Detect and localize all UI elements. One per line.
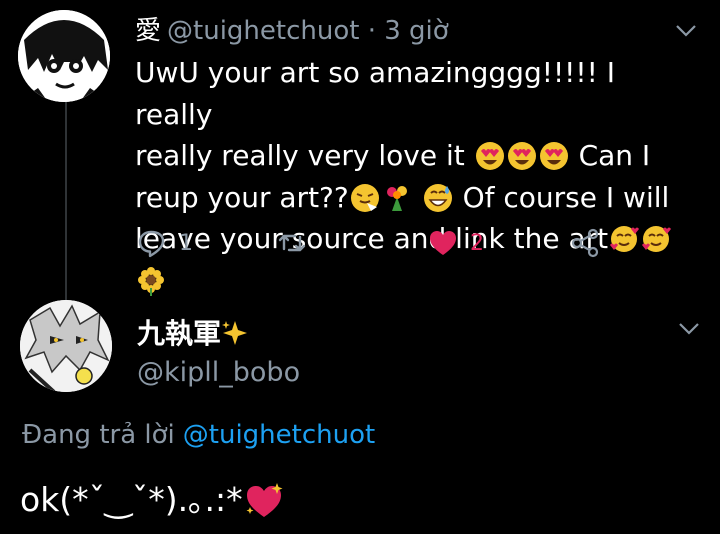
reply-button[interactable]: 1 xyxy=(137,228,193,258)
avatar-image xyxy=(18,10,110,102)
tweet-actions: 1 2 xyxy=(0,228,720,264)
reply-author-handle[interactable]: @kipll_bobo xyxy=(137,357,300,388)
chevron-down-icon[interactable] xyxy=(678,322,700,336)
replying-to: Đang trả lời @tuighetchuot xyxy=(22,420,375,450)
thread-connector xyxy=(65,96,67,306)
replying-to-mention[interactable]: @tuighetchuot xyxy=(183,420,375,450)
tweet-line: reup your art?? xyxy=(135,180,349,214)
reply-text-content: ok(*ˇ‿ˇ*).｡.:* xyxy=(20,480,243,519)
chevron-down-icon[interactable] xyxy=(675,24,697,38)
like-button[interactable]: 2 xyxy=(428,228,484,258)
avatar-image xyxy=(20,300,112,392)
reply-icon xyxy=(138,230,165,258)
grinning-sweat-emoji-icon xyxy=(423,183,452,212)
author-name[interactable]: 愛 xyxy=(135,16,161,46)
tweet-line: Of course I will xyxy=(462,180,670,214)
tweet-line: Can I xyxy=(578,139,651,172)
share-icon xyxy=(571,228,599,258)
heart-eyes-emoji-icon xyxy=(475,142,504,170)
tweet-line: UwU your art so amazingggg!!!!! I really xyxy=(135,56,616,131)
sparkles-emoji-icon xyxy=(222,321,248,345)
avatar[interactable] xyxy=(18,10,110,102)
sparkling-heart-emoji-icon xyxy=(246,483,283,517)
heart-eyes-emoji-icon xyxy=(507,142,536,170)
avatar[interactable] xyxy=(20,300,112,392)
like-count: 2 xyxy=(470,230,484,256)
reply-text: ok(*ˇ‿ˇ*).｡.:* xyxy=(20,473,285,521)
reply-count: 1 xyxy=(179,230,193,256)
tweet-header: 愛 @tuighetchuot · 3 giờ xyxy=(135,10,449,47)
share-button[interactable] xyxy=(570,228,600,258)
reply-author-name[interactable]: 九執軍 xyxy=(137,312,249,352)
sunflower-emoji-icon xyxy=(138,266,164,296)
reply-author-name-text: 九執軍 xyxy=(137,317,222,350)
bouquet-emoji-icon xyxy=(386,185,407,211)
tweet-line: really really very love it xyxy=(135,139,465,172)
retweet-button[interactable] xyxy=(277,228,307,258)
author-handle[interactable]: @tuighetchuot xyxy=(167,16,359,46)
replying-to-label: Đang trả lời xyxy=(22,420,175,450)
retweet-icon xyxy=(278,234,306,252)
tweet-time: · 3 giờ xyxy=(367,16,449,46)
heart-eyes-emoji-icon xyxy=(539,142,568,170)
sneezing-face-emoji-icon xyxy=(350,183,379,212)
heart-filled-icon xyxy=(430,231,456,255)
